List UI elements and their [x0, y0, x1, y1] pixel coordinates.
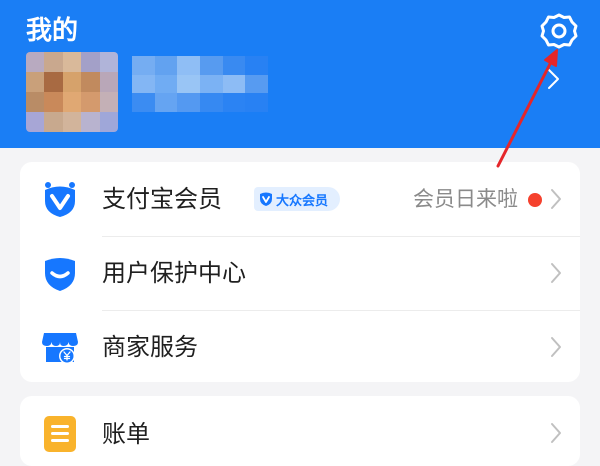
menu-item-label: 商家服务: [102, 333, 198, 361]
vip-v-icon: [45, 182, 75, 217]
chevron-right-icon: [551, 423, 561, 443]
profile-chevron[interactable]: [546, 68, 562, 90]
notification-dot: [528, 193, 542, 207]
avatar[interactable]: [26, 52, 118, 132]
bill-card: 账单: [20, 396, 580, 466]
page-title: 我的: [26, 16, 79, 46]
menu-item-vip[interactable]: 支付宝会员 大众会员 会员日来啦: [20, 162, 580, 236]
bill-icon: [44, 416, 76, 452]
chevron-right-icon: [548, 69, 559, 89]
menu-item-user-protection[interactable]: 用户保护中心: [20, 236, 580, 310]
menu-item-label: 支付宝会员: [102, 185, 222, 213]
chevron-right-icon: [551, 263, 561, 283]
member-level-badge: 大众会员: [254, 187, 341, 211]
store-icon: [42, 333, 78, 364]
chevron-right-icon: [551, 189, 561, 209]
menu-item-label: 用户保护中心: [102, 259, 246, 287]
vip-badge-icon: [260, 192, 272, 206]
shield-icon: [45, 258, 75, 291]
username-blurred[interactable]: [132, 56, 268, 112]
badge-text: 大众会员: [276, 193, 329, 209]
settings-button[interactable]: [538, 10, 580, 52]
gear-icon: [540, 13, 578, 49]
member-day-text: 会员日来啦: [413, 187, 518, 211]
menu-item-label: 账单: [102, 420, 150, 448]
menu-item-bill[interactable]: 账单: [20, 396, 580, 466]
menu-item-merchant-services[interactable]: 商家服务: [20, 310, 580, 382]
chevron-right-icon: [551, 337, 561, 357]
profile-header: 我的: [0, 0, 600, 148]
menu-card: 支付宝会员 大众会员 会员日来啦 用户保护中心 商家服务: [20, 162, 580, 382]
